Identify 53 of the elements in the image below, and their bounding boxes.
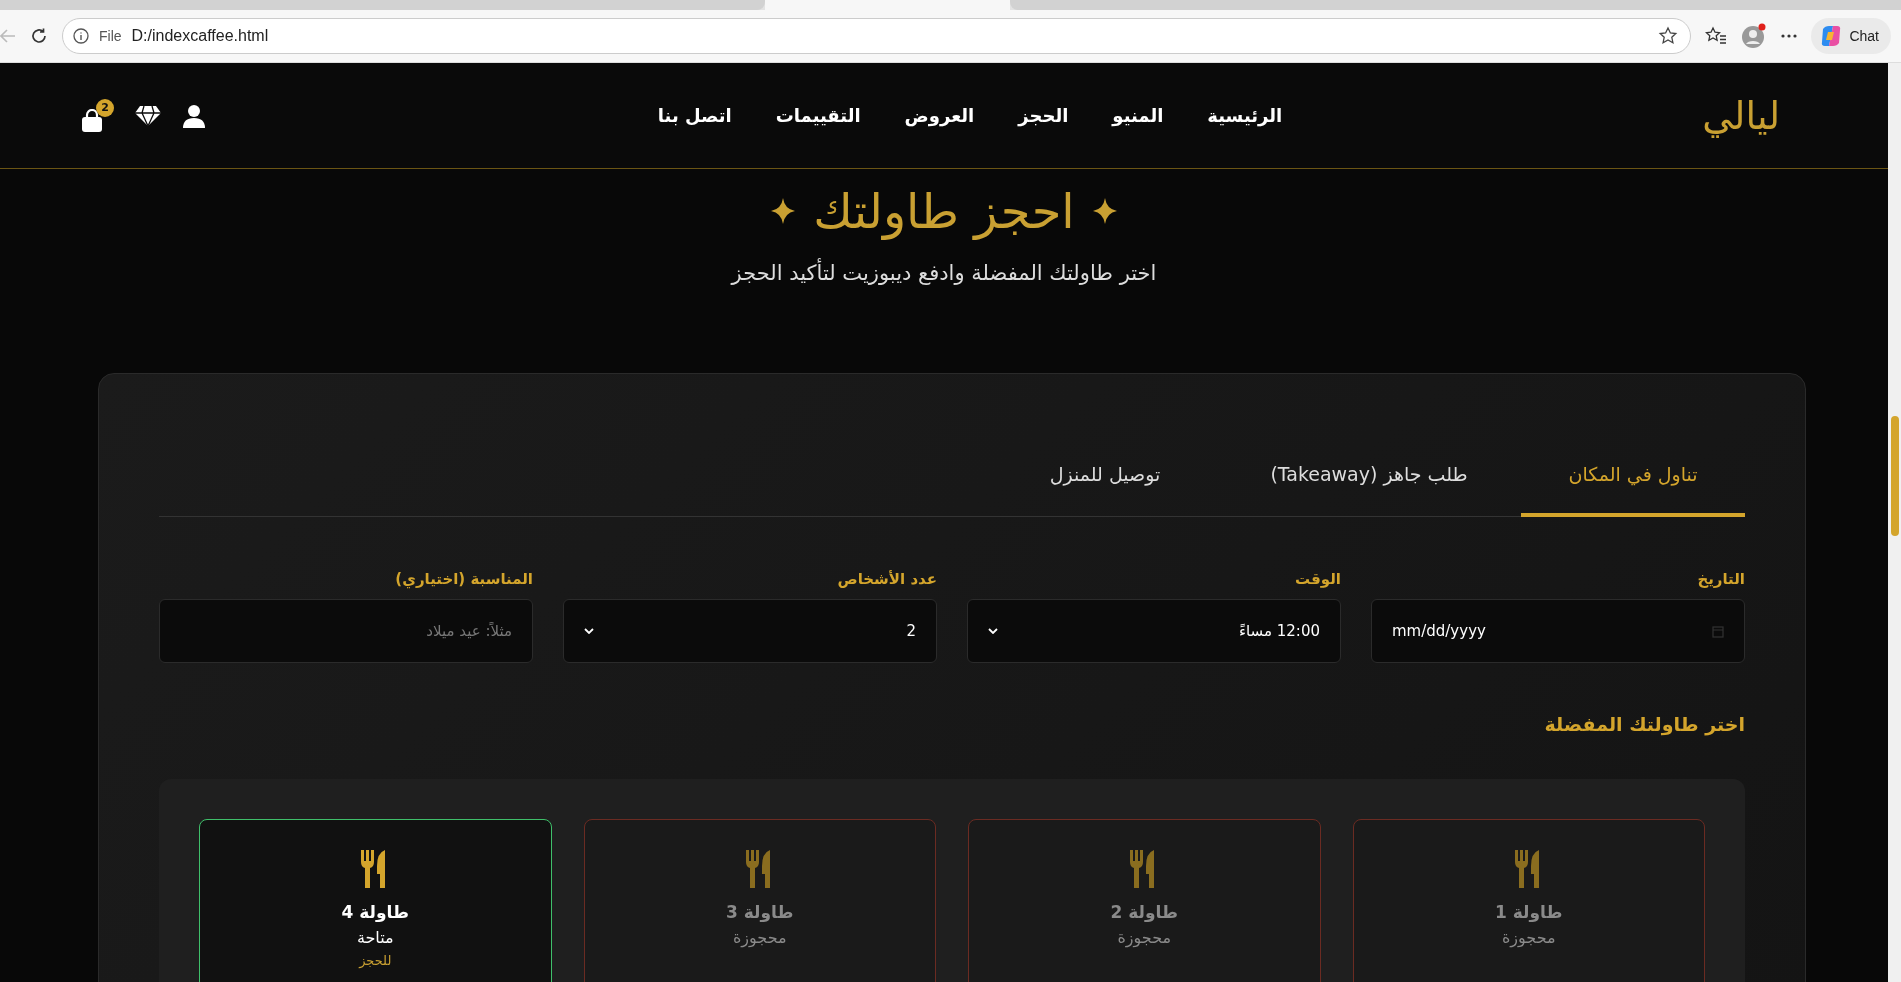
table-card[interactable]: طاولة 1 محجوزة (1352, 819, 1705, 982)
reload-icon[interactable] (30, 27, 48, 45)
scrollbar-thumb[interactable] (1891, 416, 1899, 536)
nav-link[interactable]: المنيو (1112, 105, 1164, 126)
tab[interactable]: توصيل للمنزل (993, 435, 1217, 517)
chevron-down-icon (988, 628, 998, 634)
nav-link[interactable]: الرئيسية (1207, 105, 1283, 126)
table-card[interactable]: طاولة 2 محجوزة (968, 819, 1321, 982)
field-label: المناسبة (اختياري) (394, 570, 533, 588)
page-title: احجز طاولتك (813, 182, 1075, 241)
table-name: طاولة 4 (341, 902, 409, 922)
table-note: للحجز (359, 953, 392, 968)
sparkle-icon (1092, 198, 1117, 224)
select-field[interactable]: 12:00 مساءً (967, 599, 1341, 663)
info-icon[interactable] (73, 28, 89, 44)
date-field[interactable]: mm/dd/yyyy (1371, 599, 1745, 663)
star-icon[interactable] (1658, 26, 1679, 46)
table-name: طاولة 1 (1495, 902, 1563, 922)
nav-link[interactable]: العروض (904, 105, 975, 126)
table-status: محجوزة (1501, 928, 1556, 947)
table-card[interactable]: طاولة 4 متاحة للحجز (199, 819, 552, 982)
table-name: طاولة 3 (726, 902, 794, 922)
nav-link[interactable]: الحجز (1018, 105, 1069, 126)
select-field[interactable]: 2 (563, 599, 937, 663)
cart-button[interactable]: 2 (80, 98, 114, 133)
file-label: File (99, 28, 122, 44)
table-name: طاولة 2 (1110, 902, 1178, 922)
table-status: محجوزة (732, 928, 787, 947)
nav-link[interactable]: اتصل بنا (657, 105, 732, 126)
profile-icon[interactable] (1741, 23, 1768, 49)
field-label: التاريخ (1696, 570, 1745, 588)
sparkle-icon (771, 198, 796, 224)
field-label: عدد الأشخاص (836, 570, 937, 588)
chat-button[interactable]: Chat (1811, 18, 1891, 54)
user-icon[interactable] (182, 103, 206, 128)
logo[interactable]: ليالي (1480, 93, 1780, 138)
favorites-icon[interactable] (1705, 26, 1728, 46)
cart-count: 2 (96, 98, 114, 117)
diamond-icon[interactable] (134, 104, 162, 127)
address-bar[interactable]: File D:/indexcaffee.html (62, 18, 1692, 54)
url-text: D:/indexcaffee.html (131, 27, 270, 45)
table-status: محجوزة (1117, 928, 1172, 947)
field-label: الوقت (1294, 570, 1341, 588)
text-field[interactable]: مثلاً: عيد ميلاد (159, 599, 533, 663)
tab[interactable]: طلب جاهز (Takeaway) (1257, 435, 1481, 517)
bag-icon (80, 108, 104, 133)
chevron-down-icon (584, 628, 594, 634)
section-heading: اختر طاولتك المفضلة (1543, 713, 1745, 735)
tab[interactable]: تناول في المكان (1521, 435, 1745, 517)
table-status: متاحة (356, 928, 394, 947)
more-icon[interactable] (1781, 34, 1798, 38)
nav-link[interactable]: التقييمات (775, 105, 861, 126)
table-card[interactable]: طاولة 3 محجوزة (583, 819, 936, 982)
